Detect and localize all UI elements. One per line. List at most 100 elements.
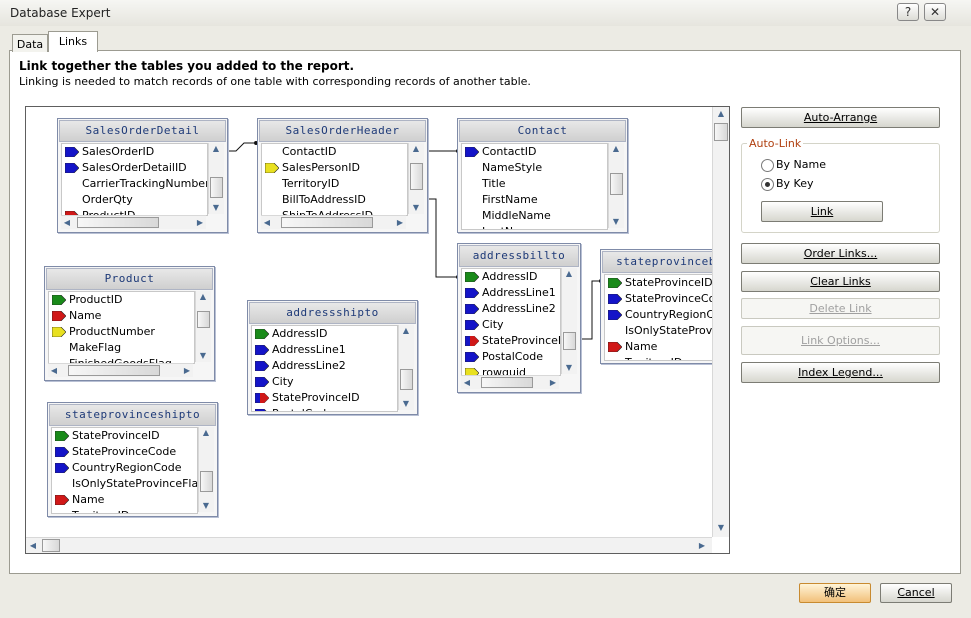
table-salesorderdetail[interactable]: SalesOrderDetail SalesOrderID SalesOrderDe… bbox=[57, 118, 228, 233]
table-horizontal-scrollbar[interactable]: ◀ ▶ bbox=[48, 363, 193, 377]
scroll-up-icon[interactable]: ▲ bbox=[198, 292, 208, 302]
scroll-down-icon[interactable]: ▼ bbox=[611, 217, 621, 227]
field-row[interactable]: MakeFlag bbox=[49, 340, 194, 356]
field-row[interactable]: OrderQty bbox=[62, 192, 207, 208]
field-row[interactable]: BillToAddressID bbox=[262, 192, 407, 208]
scroll-up-icon[interactable]: ▲ bbox=[411, 144, 421, 154]
scroll-thumb[interactable] bbox=[610, 173, 623, 195]
help-button[interactable]: ? bbox=[897, 3, 919, 21]
field-list[interactable]: AddressID AddressLine1 AddressLine2 City Sta… bbox=[251, 325, 398, 412]
table-header[interactable]: Product bbox=[46, 268, 213, 290]
scroll-thumb[interactable] bbox=[400, 369, 413, 390]
table-horizontal-scrollbar[interactable]: ◀ ▶ bbox=[461, 375, 559, 389]
scroll-right-icon[interactable]: ▶ bbox=[698, 541, 706, 551]
field-row[interactable]: AddressLine2 bbox=[252, 358, 397, 374]
field-row[interactable]: CountryRegionCode bbox=[52, 460, 197, 476]
field-row[interactable]: ProductID bbox=[49, 292, 194, 308]
table-stateprovinceb[interactable]: stateprovinceb StateProvinceID StateProvin… bbox=[600, 249, 729, 364]
scroll-thumb[interactable] bbox=[481, 377, 533, 388]
scroll-thumb[interactable] bbox=[42, 539, 60, 552]
scroll-up-icon[interactable]: ▲ bbox=[716, 109, 726, 119]
scroll-down-icon[interactable]: ▼ bbox=[211, 203, 221, 213]
scroll-thumb[interactable] bbox=[210, 177, 223, 198]
scroll-up-icon[interactable]: ▲ bbox=[211, 144, 221, 154]
scroll-right-icon[interactable]: ▶ bbox=[396, 218, 404, 228]
field-list[interactable]: StateProvinceID StateProvinceCode CountryR… bbox=[51, 427, 198, 514]
scroll-up-icon[interactable]: ▲ bbox=[401, 326, 411, 336]
table-header[interactable]: addressshipto bbox=[249, 302, 416, 324]
index-legend-button[interactable]: Index Legend... bbox=[741, 362, 940, 383]
table-header[interactable]: stateprovinceb bbox=[602, 251, 729, 273]
field-row[interactable]: Name bbox=[52, 492, 197, 508]
table-vertical-scrollbar[interactable]: ▲ ▼ bbox=[408, 143, 424, 214]
table-header[interactable]: SalesOrderDetail bbox=[59, 120, 226, 142]
table-vertical-scrollbar[interactable]: ▲ ▼ bbox=[208, 143, 224, 214]
table-vertical-scrollbar[interactable]: ▲ ▼ bbox=[608, 143, 624, 228]
table-horizontal-scrollbar[interactable]: ◀ ▶ bbox=[261, 215, 406, 229]
field-row[interactable]: City bbox=[252, 374, 397, 390]
close-button[interactable]: ✕ bbox=[924, 3, 946, 21]
scroll-down-icon[interactable]: ▼ bbox=[401, 399, 411, 409]
field-row[interactable]: TerritoryID bbox=[262, 176, 407, 192]
scroll-right-icon[interactable]: ▶ bbox=[549, 378, 557, 388]
scroll-thumb[interactable] bbox=[281, 217, 373, 228]
field-row[interactable]: AddressLine1 bbox=[462, 285, 560, 301]
scroll-left-icon[interactable]: ◀ bbox=[50, 366, 58, 376]
field-row[interactable]: AddressID bbox=[252, 326, 397, 342]
cancel-button[interactable]: Cancel bbox=[880, 583, 952, 603]
table-header[interactable]: SalesOrderHeader bbox=[259, 120, 426, 142]
scroll-down-icon[interactable]: ▼ bbox=[564, 363, 574, 373]
ok-button[interactable]: 确定 bbox=[799, 583, 871, 603]
order-links-button[interactable]: Order Links... bbox=[741, 243, 940, 264]
field-row[interactable]: Name bbox=[605, 339, 729, 355]
table-header[interactable]: Contact bbox=[459, 120, 626, 142]
field-row[interactable]: TerritoryID bbox=[52, 508, 197, 513]
field-row[interactable]: StateProvinceID bbox=[52, 428, 197, 444]
field-row[interactable]: CountryRegionCode bbox=[605, 307, 729, 323]
table-contact[interactable]: Contact ContactID NameStyle Title FirstName M… bbox=[457, 118, 628, 233]
field-row[interactable]: NameStyle bbox=[462, 160, 607, 176]
table-stateprovinceshipto[interactable]: stateprovinceshipto StateProvinceID StateP… bbox=[47, 402, 218, 517]
table-horizontal-scrollbar[interactable]: ◀ ▶ bbox=[61, 215, 206, 229]
scroll-up-icon[interactable]: ▲ bbox=[201, 428, 211, 438]
field-list[interactable]: ProductID Name ProductNumber MakeFlag Finish… bbox=[48, 291, 195, 364]
field-row[interactable]: LastName bbox=[462, 224, 607, 229]
field-row[interactable]: ContactID bbox=[262, 144, 407, 160]
canvas-horizontal-scrollbar[interactable]: ◀ ▶ bbox=[26, 537, 712, 553]
table-header[interactable]: addressbillto bbox=[459, 245, 579, 267]
scroll-left-icon[interactable]: ◀ bbox=[29, 541, 37, 551]
scroll-right-icon[interactable]: ▶ bbox=[196, 218, 204, 228]
table-product[interactable]: Product ProductID Name ProductNumber MakeFla… bbox=[44, 266, 215, 381]
field-list[interactable]: ContactID SalesPersonID TerritoryID BillToA… bbox=[261, 143, 408, 216]
scroll-down-icon[interactable]: ▼ bbox=[201, 501, 211, 511]
by-key-label[interactable]: By Key bbox=[776, 177, 814, 190]
field-row[interactable]: CarrierTrackingNumber bbox=[62, 176, 207, 192]
table-salesorderheader[interactable]: SalesOrderHeader ContactID SalesPersonID Te… bbox=[257, 118, 428, 233]
auto-arrange-button[interactable]: Auto-Arrange bbox=[741, 107, 940, 128]
field-row[interactable]: SalesOrderDetailID bbox=[62, 160, 207, 176]
scroll-thumb[interactable] bbox=[197, 311, 210, 328]
field-row[interactable]: IsOnlyStateProvinceFlag bbox=[605, 323, 729, 339]
field-list[interactable]: AddressID AddressLine1 AddressLine2 City Sta… bbox=[461, 268, 561, 376]
scroll-left-icon[interactable]: ◀ bbox=[63, 218, 71, 228]
link-canvas[interactable]: SalesOrderDetail SalesOrderID SalesOrderDe… bbox=[25, 106, 730, 554]
scroll-thumb[interactable] bbox=[563, 332, 576, 350]
field-row[interactable]: Name bbox=[49, 308, 194, 324]
field-row[interactable]: ProductNumber bbox=[49, 324, 194, 340]
field-row[interactable]: StateProvinceCode bbox=[605, 291, 729, 307]
link-button[interactable]: Link bbox=[761, 201, 883, 222]
scroll-left-icon[interactable]: ◀ bbox=[463, 378, 471, 388]
field-row[interactable]: IsOnlyStateProvinceFlag bbox=[52, 476, 197, 492]
link-options-button[interactable]: Link Options... bbox=[741, 326, 940, 355]
field-row[interactable]: City bbox=[462, 317, 560, 333]
field-row[interactable]: AddressID bbox=[462, 269, 560, 285]
field-row[interactable]: StateProvinceID bbox=[252, 390, 397, 406]
field-row[interactable]: PostalCode bbox=[252, 406, 397, 411]
field-list[interactable]: SalesOrderID SalesOrderDetailID CarrierTra… bbox=[61, 143, 208, 216]
table-vertical-scrollbar[interactable]: ▲ ▼ bbox=[398, 325, 414, 410]
field-row[interactable]: FirstName bbox=[462, 192, 607, 208]
field-row[interactable]: PostalCode bbox=[462, 349, 560, 365]
table-header[interactable]: stateprovinceshipto bbox=[49, 404, 216, 426]
scroll-right-icon[interactable]: ▶ bbox=[183, 366, 191, 376]
table-vertical-scrollbar[interactable]: ▲ ▼ bbox=[195, 291, 211, 362]
